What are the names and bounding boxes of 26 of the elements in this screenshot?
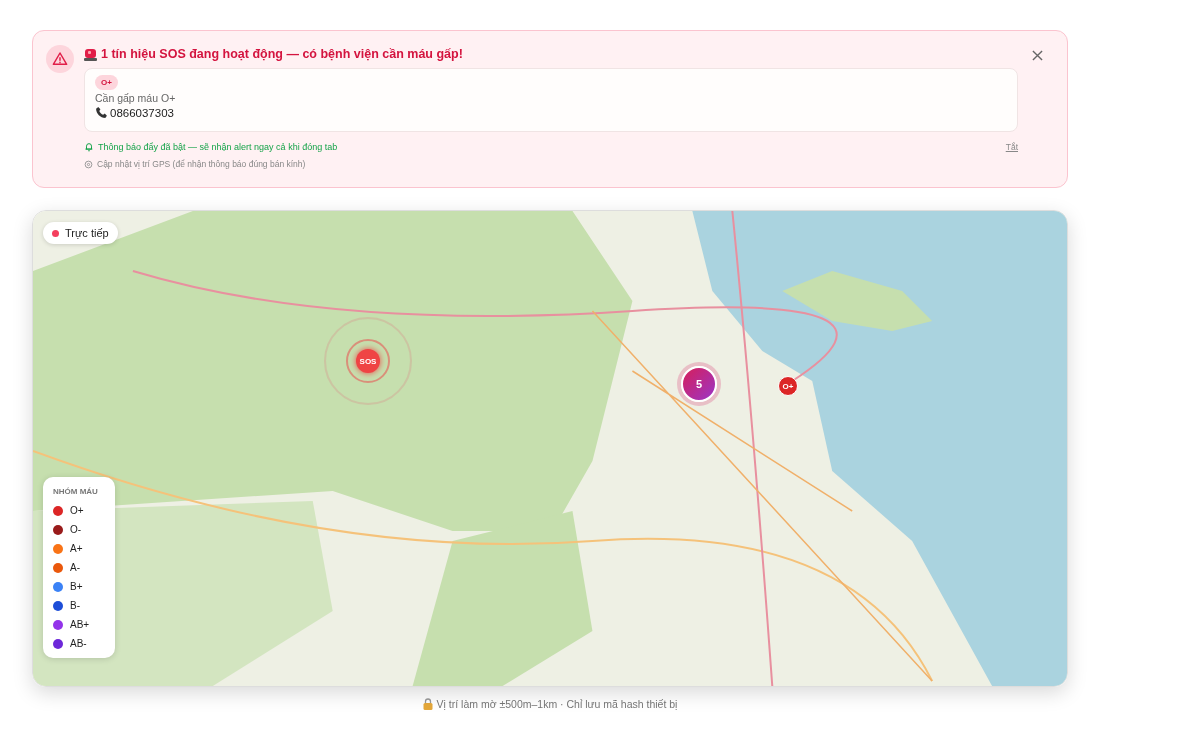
blood-type-tag: O+ [95, 75, 118, 90]
legend-label: AB- [70, 638, 87, 649]
push-status-text: Thông báo đẩy đã bật — sẽ nhận alert ngay cả khi đóng tab [98, 142, 339, 152]
phone-icon [95, 106, 108, 119]
bell-icon [84, 142, 94, 152]
turn-off-link[interactable]: Tắt [1005, 142, 1018, 152]
phone-number: 0866037303 [110, 106, 174, 119]
close-icon [1032, 49, 1043, 61]
legend-label: A+ [70, 543, 83, 554]
live-label: Trực tiếp [65, 227, 109, 239]
live-dot-icon [52, 229, 59, 237]
warning-icon [46, 45, 74, 73]
privacy-note: Vị trí làm mờ ±500m–1km · Chỉ lưu mã hash thiết bị [436, 698, 678, 710]
legend-label: O+ [70, 505, 84, 516]
legend-label: O- [70, 524, 82, 535]
legend-label: B+ [70, 581, 83, 592]
gps-update-link[interactable]: Cập nhật vị trí GPS (để nhận thông báo đúng bán kính) [97, 159, 306, 169]
legend-title: NHÓM MÁU [53, 487, 99, 496]
siren-icon [84, 47, 97, 61]
location-icon [84, 159, 93, 169]
lock-icon [422, 698, 433, 710]
legend-label: A- [70, 562, 80, 573]
request-message: Cần gấp máu O+ [95, 92, 176, 104]
legend-label: AB+ [70, 619, 90, 630]
legend-label: B- [70, 600, 80, 611]
alert-title: 1 tín hiệu SOS đang hoạt động — có bệnh viện cần máu gấp! [101, 47, 463, 61]
